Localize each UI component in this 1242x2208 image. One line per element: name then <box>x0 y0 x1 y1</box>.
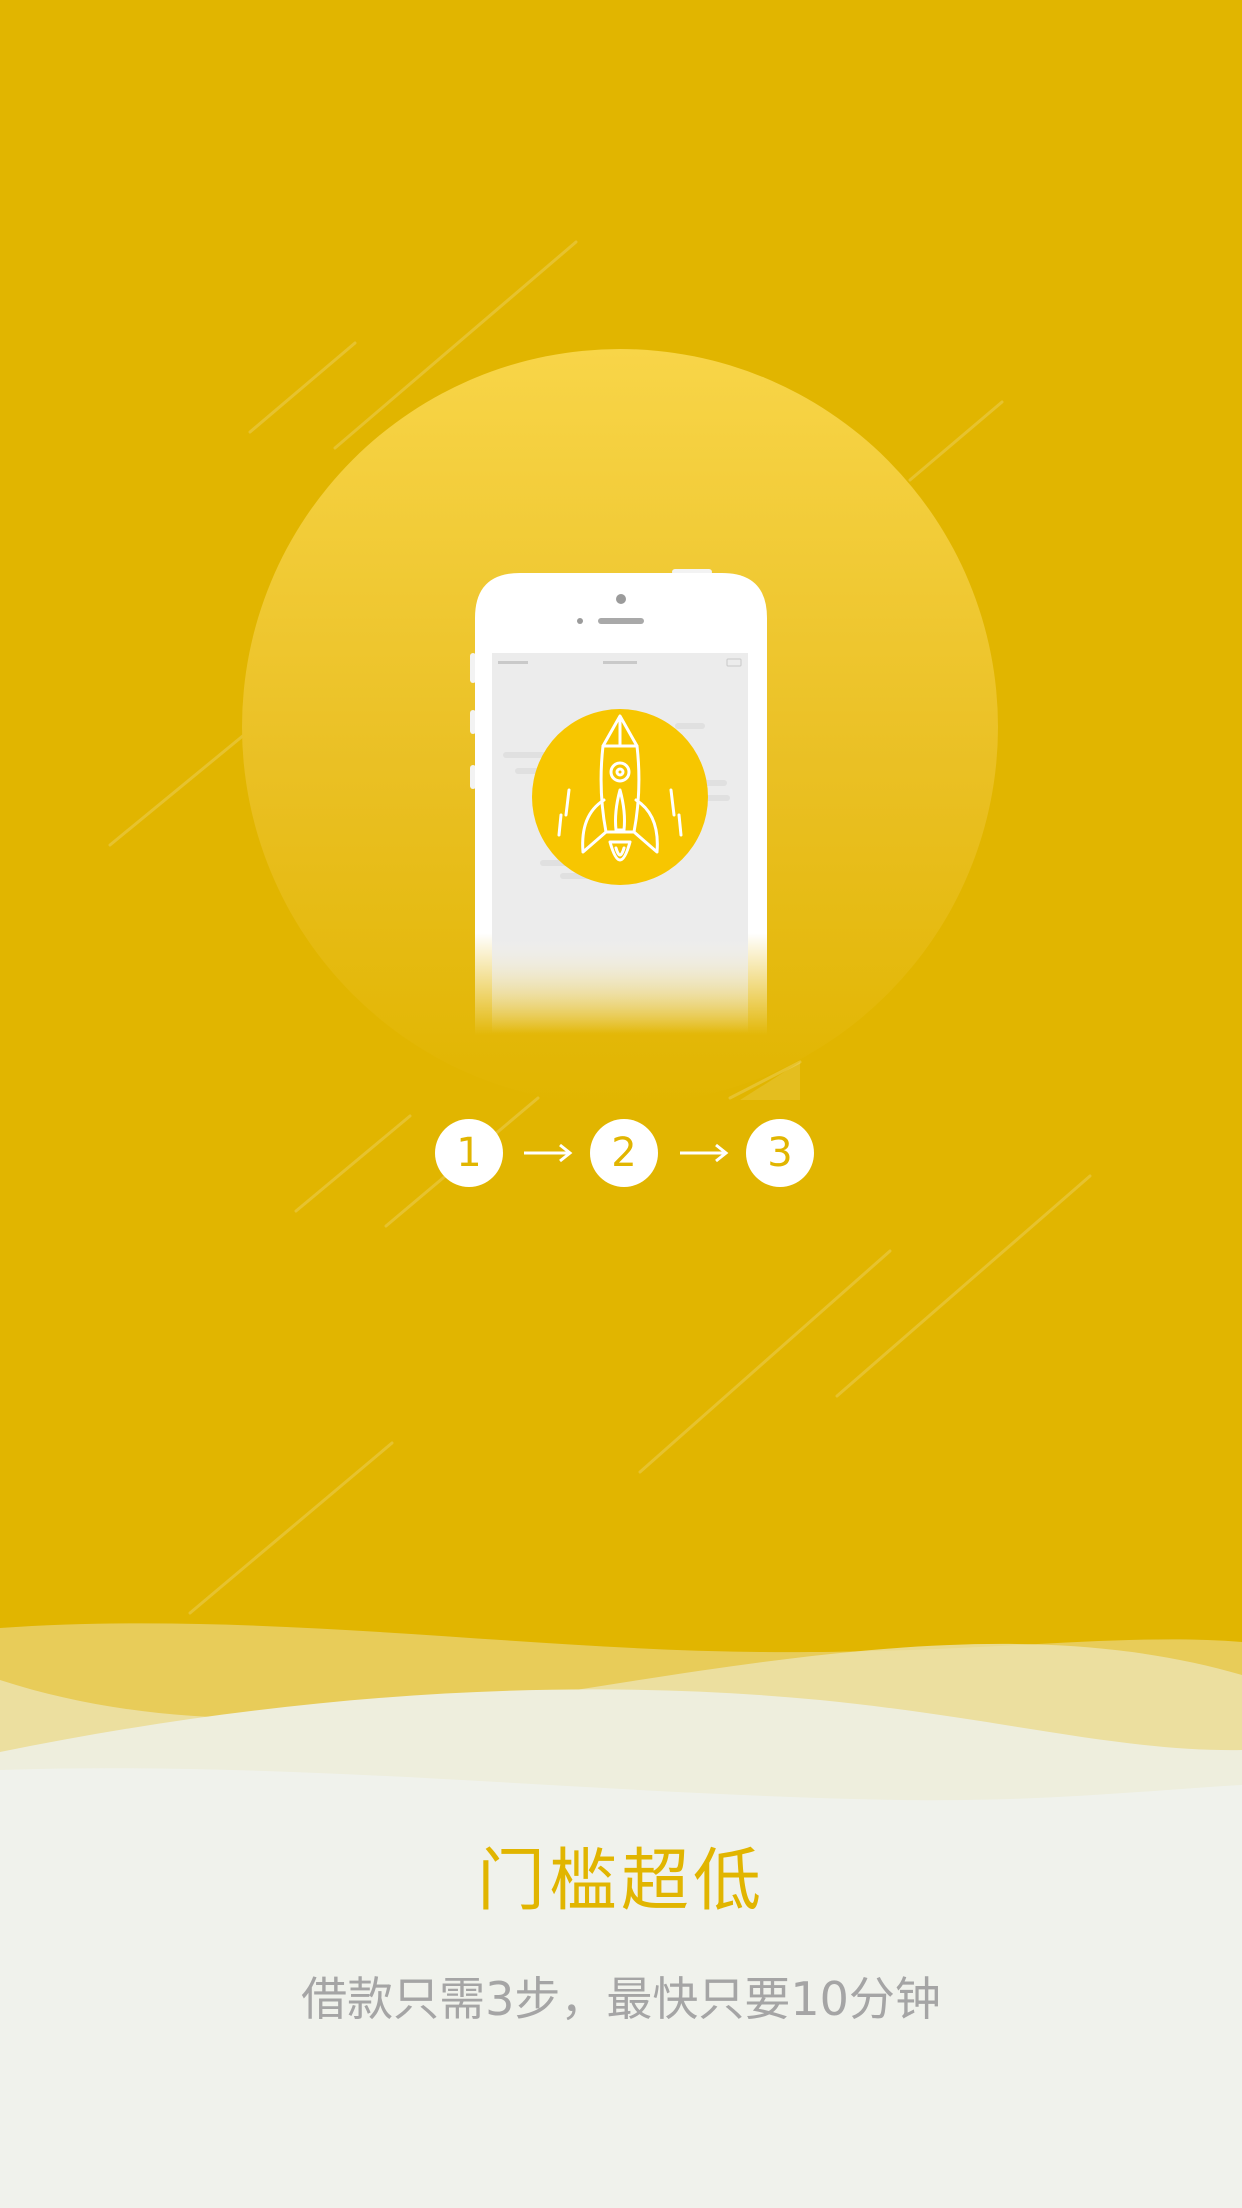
onboarding-subtitle: 借款只需3步，最快只要10分钟 <box>301 1972 941 2026</box>
step-2-badge: 2 <box>590 1119 658 1187</box>
onboarding-title: 门槛超低 <box>476 1842 765 1921</box>
arrow-right-icon <box>524 1143 573 1163</box>
step-1-badge: 1 <box>435 1119 503 1187</box>
arrow-right-icon <box>680 1143 729 1163</box>
step-3-badge: 3 <box>746 1119 814 1187</box>
